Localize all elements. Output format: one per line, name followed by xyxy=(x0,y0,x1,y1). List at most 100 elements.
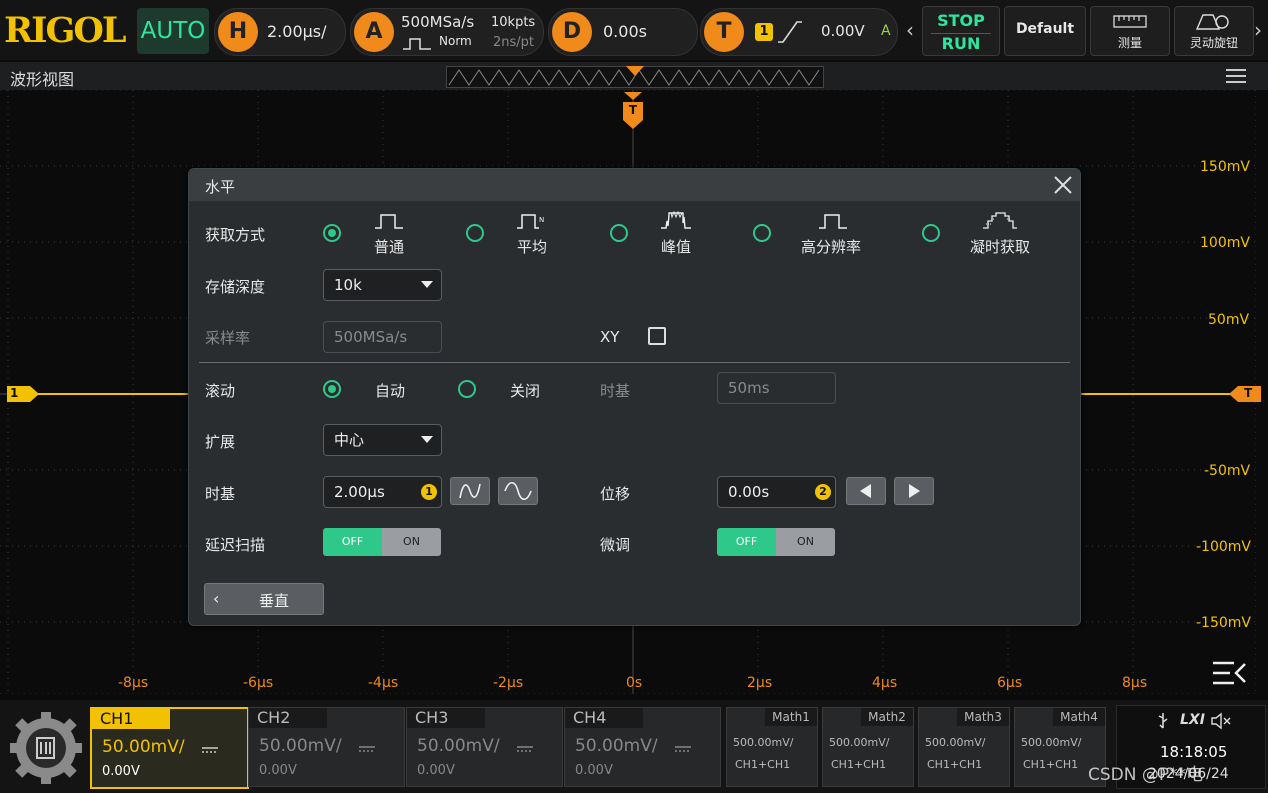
chevron-down-icon xyxy=(421,436,433,443)
math2-card[interactable]: Math2 500.00mV/ CH1+CH1 xyxy=(822,707,914,787)
math1-card[interactable]: Math1 500.00mV/ CH1+CH1 xyxy=(726,707,818,787)
measure-label: 测量 xyxy=(1117,36,1142,50)
acq-option-normal[interactable]: 普通 xyxy=(374,236,404,257)
delay-button[interactable]: D 0.00s xyxy=(548,8,698,56)
ch2-tab: CH2 xyxy=(249,708,327,728)
timebase-input[interactable]: 2.00µs 1 xyxy=(323,476,442,508)
roll-auto-label[interactable]: 自动 xyxy=(375,380,405,401)
sr-label: 采样率 xyxy=(205,329,251,347)
trigger-button[interactable]: T 1 0.00V A xyxy=(700,8,898,56)
ruler-icon xyxy=(1113,13,1147,29)
acq-highres-radio[interactable] xyxy=(753,224,771,242)
roll-timebase-label: 时基 xyxy=(600,382,631,400)
time-label: 4µs xyxy=(872,675,898,691)
expand-select[interactable]: 中心 xyxy=(323,424,442,456)
ch2-offset: 0.00V xyxy=(259,763,297,778)
scroll-left-icon[interactable]: ‹ xyxy=(906,18,914,42)
toggle-off: OFF xyxy=(323,528,382,556)
acq-option-peak[interactable]: 峰值 xyxy=(661,236,691,257)
offset-left-button[interactable] xyxy=(846,477,886,505)
mem-depth-select[interactable]: 10k xyxy=(323,269,442,301)
dialog-header xyxy=(189,169,1080,201)
acq-ultra-radio[interactable] xyxy=(922,224,940,242)
roll-off-label[interactable]: 关闭 xyxy=(510,380,540,401)
svg-text:N: N xyxy=(539,216,544,224)
roll-timebase-field: 50ms xyxy=(717,372,836,404)
volt-label: 50mV xyxy=(1208,312,1250,328)
rigol-logo: RIGOL xyxy=(4,10,126,51)
ch4-offset: 0.00V xyxy=(575,763,613,778)
time-label: -8µs xyxy=(118,675,149,691)
volt-label: -150mV xyxy=(1196,615,1251,631)
math2-source: CH1+CH1 xyxy=(831,758,887,771)
math1-scale: 500.00mV/ xyxy=(733,736,794,749)
ch1-card[interactable]: CH1 50.00mV/ 0.00V xyxy=(90,707,249,789)
coarse-wave-button[interactable] xyxy=(450,477,490,505)
a-badge: A xyxy=(354,12,394,52)
acq-label: 获取方式 xyxy=(205,226,266,244)
scroll-right-icon[interactable]: › xyxy=(1254,18,1262,42)
highres-wave-icon xyxy=(819,213,847,229)
delay-value: 0.00s xyxy=(603,22,647,41)
volt-label: -50mV xyxy=(1204,463,1251,479)
math3-source: CH1+CH1 xyxy=(927,758,983,771)
dc-coupling-icon xyxy=(675,738,691,752)
auto-button[interactable]: AUTO xyxy=(137,8,209,54)
default-button[interactable]: Default xyxy=(1004,6,1086,56)
acq-option-highres[interactable]: 高分辨率 xyxy=(801,236,861,257)
ch3-scale: 50.00mV/ xyxy=(417,736,500,756)
xy-checkbox[interactable] xyxy=(648,327,666,345)
math1-tab: Math1 xyxy=(765,708,817,726)
timebase-input-value: 2.00µs xyxy=(334,483,385,501)
fine-wave-button[interactable] xyxy=(498,477,538,505)
roll-off-radio[interactable] xyxy=(458,380,476,398)
ch2-scale: 50.00mV/ xyxy=(259,736,342,756)
per-point: 2ns/pt xyxy=(493,35,535,50)
acq-option-average[interactable]: 平均 xyxy=(517,236,547,257)
time-label: 0s xyxy=(626,675,643,691)
knob-button[interactable]: 灵动旋钮 xyxy=(1174,6,1254,56)
timebase-value: 2.00µs/ xyxy=(267,22,327,41)
ch4-card[interactable]: CH4 50.00mV/ 0.00V xyxy=(564,707,721,787)
ch2-card[interactable]: CH2 50.00mV/ 0.00V xyxy=(248,707,405,787)
fine-toggle[interactable]: OFF ON xyxy=(717,528,835,556)
run-stop-button[interactable]: STOP RUN xyxy=(922,6,1000,56)
trigger-position-label: T xyxy=(628,103,638,117)
acq-peak-radio[interactable] xyxy=(610,224,628,242)
acq-average-radio[interactable] xyxy=(466,224,484,242)
trigger-source-badge: 1 xyxy=(755,23,773,41)
ch4-tab: CH4 xyxy=(565,708,643,728)
roll-auto-radio[interactable] xyxy=(323,380,341,398)
offset-input-value: 0.00s xyxy=(728,483,770,501)
pulse-icon xyxy=(403,35,431,50)
measure-button[interactable]: 测量 xyxy=(1090,6,1170,56)
horizontal-button[interactable]: H 2.00µs/ xyxy=(214,8,346,56)
home-gear-icon[interactable] xyxy=(8,710,84,786)
close-icon[interactable] xyxy=(1053,175,1073,195)
fine-label: 微调 xyxy=(600,536,631,554)
average-wave-icon: N xyxy=(517,213,547,229)
toggle-on: ON xyxy=(382,528,441,556)
knob-2-badge: 2 xyxy=(815,484,831,500)
acq-mode: Norm xyxy=(439,34,472,48)
delay-sweep-toggle[interactable]: OFF ON xyxy=(323,528,441,556)
side-menu-icon[interactable] xyxy=(1212,660,1248,686)
delay-sweep-label: 延迟扫描 xyxy=(205,536,266,554)
acq-normal-radio[interactable] xyxy=(323,224,341,242)
dc-coupling-icon xyxy=(359,738,375,752)
ch3-card[interactable]: CH3 50.00mV/ 0.00V xyxy=(406,707,563,787)
offset-input[interactable]: 0.00s 2 xyxy=(717,476,836,508)
run-label: RUN xyxy=(941,34,981,53)
menu-icon[interactable] xyxy=(1226,68,1246,84)
offset-right-button[interactable] xyxy=(894,477,934,505)
trigger-position-marker[interactable]: T xyxy=(622,92,644,130)
acq-option-ultra[interactable]: 凝时获取 xyxy=(970,236,1030,257)
acquire-button[interactable]: A 500MSa/s Norm 10kpts 2ns/pt xyxy=(350,8,544,56)
mem-label: 存储深度 xyxy=(205,278,266,296)
vertical-back-button[interactable]: ‹ 垂直 xyxy=(204,583,324,615)
time-label: 6µs xyxy=(997,675,1023,691)
math3-card[interactable]: Math3 500.00mV/ CH1+CH1 xyxy=(918,707,1010,787)
mute-icon[interactable] xyxy=(1210,712,1232,730)
ch1-offset-marker[interactable]: 1 xyxy=(6,385,40,403)
trigger-level-marker[interactable]: T xyxy=(1228,385,1262,403)
